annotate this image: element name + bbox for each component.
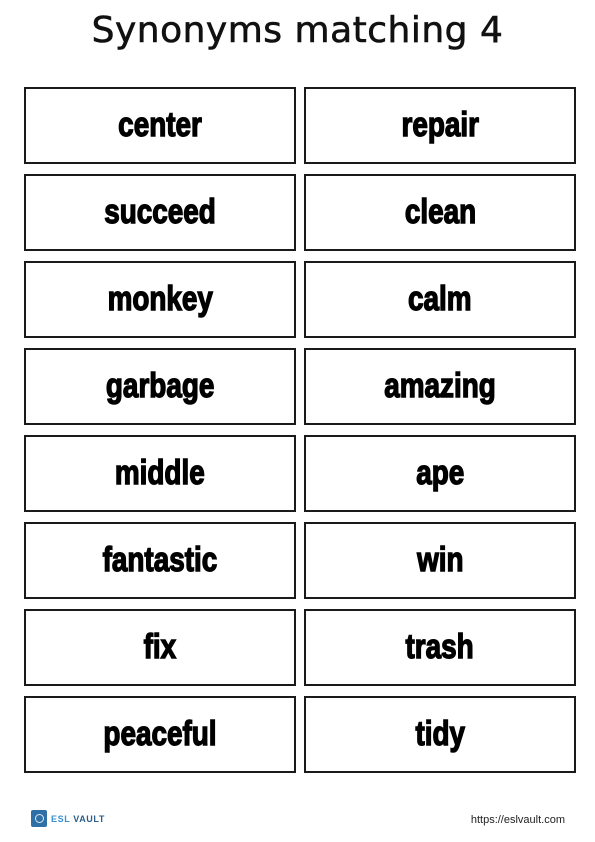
esl-vault-logo: ESL VAULT	[31, 810, 105, 827]
word-label: ape	[415, 453, 465, 492]
word-card-right: repair	[304, 87, 576, 164]
page-title: Synonyms matching 4	[91, 10, 504, 52]
word-card-left: peaceful	[24, 696, 296, 773]
word-card-right: calm	[304, 261, 576, 338]
word-label: middle	[114, 453, 205, 492]
word-label: monkey	[107, 279, 214, 318]
logo-text: ESL VAULT	[51, 814, 105, 824]
word-card-left: monkey	[24, 261, 296, 338]
word-label: calm	[408, 279, 473, 318]
word-card-left: garbage	[24, 348, 296, 425]
vault-gear-icon	[31, 810, 47, 827]
word-label: trash	[405, 627, 475, 666]
word-label: center	[118, 105, 203, 144]
word-card-right: win	[304, 522, 576, 599]
word-label: win	[416, 540, 464, 579]
word-label: clean	[404, 192, 476, 231]
word-card-right: clean	[304, 174, 576, 251]
word-label: repair	[401, 105, 480, 144]
word-label: amazing	[384, 366, 497, 405]
word-card-right: trash	[304, 609, 576, 686]
word-card-left: center	[24, 87, 296, 164]
logo-esl: ESL	[51, 813, 71, 824]
word-card-right: tidy	[304, 696, 576, 773]
word-label: fantastic	[102, 540, 218, 579]
word-label: garbage	[105, 366, 215, 405]
logo-vault: VAULT	[73, 813, 105, 824]
word-card-right: ape	[304, 435, 576, 512]
word-card-left: fantastic	[24, 522, 296, 599]
footer-url[interactable]: https://eslvault.com	[471, 814, 565, 826]
word-label: fix	[143, 627, 177, 666]
word-label: peaceful	[103, 714, 217, 753]
word-card-left: middle	[24, 435, 296, 512]
word-label: succeed	[104, 192, 217, 231]
word-card-left: fix	[24, 609, 296, 686]
word-card-left: succeed	[24, 174, 296, 251]
word-card-right: amazing	[304, 348, 576, 425]
word-label: tidy	[415, 714, 466, 753]
